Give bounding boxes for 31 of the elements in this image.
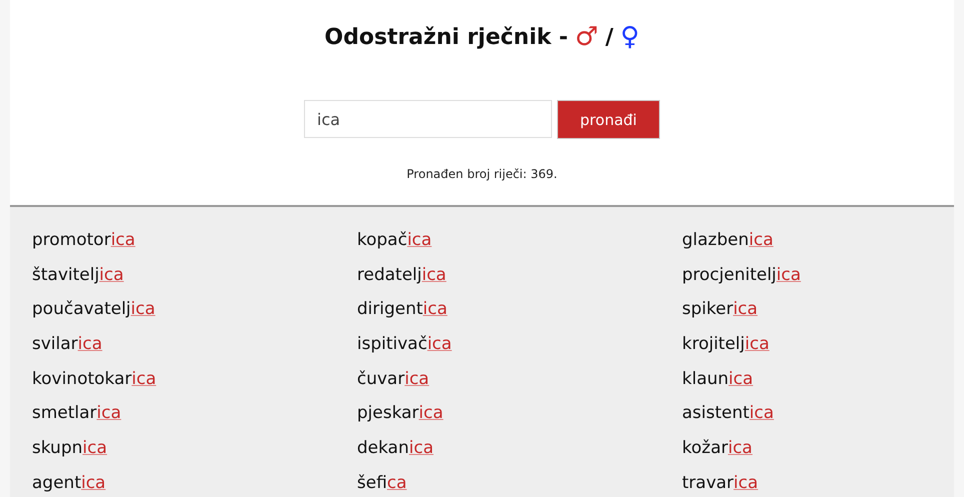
search-button[interactable]: pronađi (557, 100, 660, 139)
word-link[interactable]: dekanica (357, 437, 434, 460)
word-link[interactable]: ispitivačica (357, 333, 452, 356)
word-link[interactable]: klaunica (682, 368, 754, 390)
word-link[interactable]: poučavateljica (32, 298, 156, 320)
female-symbol-icon: ♀ (620, 22, 640, 52)
word-link[interactable]: svilarica (32, 333, 102, 356)
male-symbol-icon: ♂ (575, 22, 598, 52)
word-link[interactable]: dirigentica (357, 298, 448, 320)
word-link[interactable]: krojiteljica (682, 333, 770, 356)
word-link[interactable]: promotorica (32, 229, 136, 251)
word-link[interactable]: procjeniteljica (682, 264, 801, 286)
word-link[interactable]: spikerica (682, 298, 758, 320)
word-link[interactable]: skupnica (32, 437, 108, 460)
word-link[interactable]: kožarica (682, 437, 752, 460)
word-link[interactable]: redateljica (357, 264, 446, 286)
word-link[interactable]: kovinotokarica (32, 368, 156, 390)
word-link[interactable]: pjeskarica (357, 402, 444, 424)
word-link[interactable]: travarica (682, 472, 758, 494)
word-link[interactable]: šefica (357, 472, 407, 494)
search-field[interactable]: ica (304, 100, 552, 138)
result-count: Pronađen broj riječi: 369. (406, 167, 558, 181)
word-link[interactable]: štaviteljica (32, 264, 124, 286)
word-link[interactable]: glazbenica (682, 229, 774, 251)
word-link[interactable]: kopačica (357, 229, 432, 251)
word-link[interactable]: smetlarica (32, 402, 122, 424)
page-title: Odostražni rječnik - (324, 24, 568, 50)
separator: / (605, 24, 614, 50)
word-link[interactable]: agentica (32, 472, 106, 494)
word-link[interactable]: čuvarica (357, 368, 430, 390)
word-link[interactable]: asistentica (682, 402, 774, 424)
